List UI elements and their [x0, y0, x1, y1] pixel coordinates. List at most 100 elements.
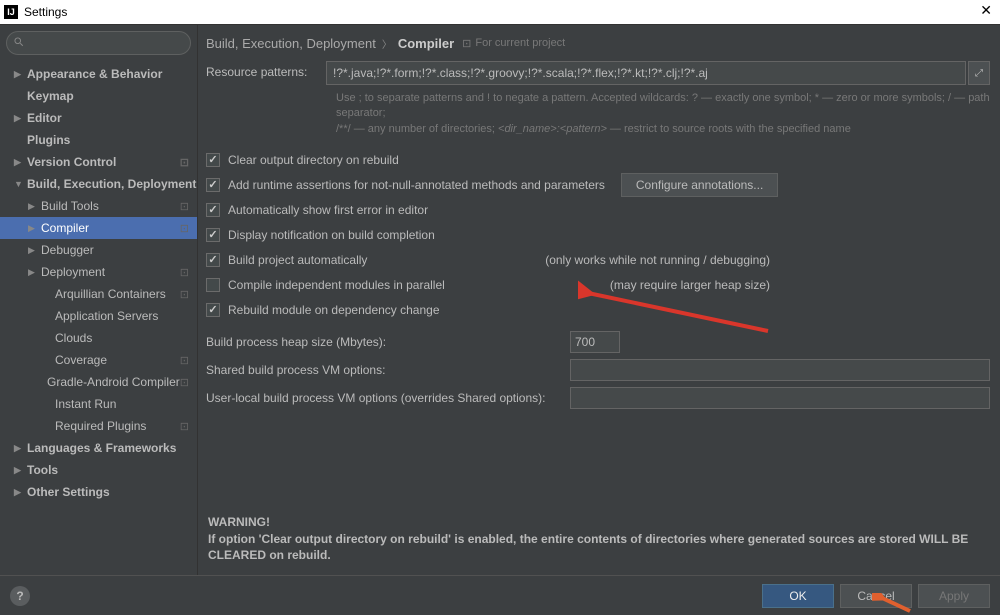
footer: ? OK Cancel Apply — [0, 575, 1000, 615]
check-row: Automatically show first error in editor — [206, 197, 990, 222]
project-scope-icon: ⊡ — [180, 420, 189, 433]
tree-item-label: Languages & Frameworks — [27, 441, 176, 455]
tree-item-label: Application Servers — [55, 309, 158, 323]
search-input[interactable] — [6, 31, 191, 55]
sidebar-item-deployment[interactable]: Deployment ⊡ — [0, 261, 197, 283]
window-title: Settings — [24, 5, 67, 19]
tree-item-label: Keymap — [27, 89, 74, 103]
checkbox-label[interactable]: Compile independent modules in parallel — [228, 278, 445, 292]
sidebar-item-appearance-behavior[interactable]: Appearance & Behavior — [0, 63, 197, 85]
sidebar-item-editor[interactable]: Editor — [0, 107, 197, 129]
check-row: Compile independent modules in parallel (… — [206, 272, 990, 297]
project-scope-icon: ⊡ — [180, 288, 189, 301]
checkbox-label[interactable]: Automatically show first error in editor — [228, 203, 428, 217]
sidebar-item-clouds[interactable]: Clouds — [0, 327, 197, 349]
warning-title: WARNING! — [208, 514, 990, 530]
checkbox[interactable] — [206, 228, 220, 242]
warning-block: WARNING! If option 'Clear output directo… — [198, 508, 1000, 575]
scope-badge: ⊡ For current project — [462, 37, 565, 50]
checkbox[interactable] — [206, 303, 220, 317]
tree-item-label: Build Tools — [41, 199, 99, 213]
check-row: Rebuild module on dependency change — [206, 297, 990, 322]
heap-size-input[interactable] — [570, 331, 620, 353]
checkbox-note: (may require larger heap size) — [610, 278, 990, 292]
check-row: Add runtime assertions for not-null-anno… — [206, 172, 990, 197]
tree-arrow-icon — [28, 223, 38, 234]
project-icon: ⊡ — [462, 37, 471, 50]
sidebar-item-compiler[interactable]: Compiler⊡ — [0, 217, 197, 239]
user-vm-input[interactable] — [570, 387, 990, 409]
shared-vm-label: Shared build process VM options: — [206, 363, 570, 377]
check-row: Build project automatically (only works w… — [206, 247, 990, 272]
apply-button[interactable]: Apply — [918, 584, 990, 608]
project-scope-icon: ⊡ — [180, 200, 189, 213]
sidebar-item-build-tools[interactable]: Build Tools ⊡ — [0, 195, 197, 217]
checkbox-label[interactable]: Add runtime assertions for not-null-anno… — [228, 178, 605, 192]
tree-item-label: Version Control — [27, 155, 116, 169]
tree-arrow-icon — [14, 113, 24, 124]
tree-arrow-icon — [28, 245, 38, 256]
heap-size-label: Build process heap size (Mbytes): — [206, 335, 570, 349]
sidebar-item-coverage[interactable]: Coverage⊡ — [0, 349, 197, 371]
sidebar-item-instant-run[interactable]: Instant Run — [0, 393, 197, 415]
sidebar-item-build-execution-deployment[interactable]: Build, Execution, Deployment — [0, 173, 197, 195]
tree-arrow-icon — [28, 267, 38, 278]
tree-item-label: Other Settings — [27, 485, 110, 499]
tree-item-label: Debugger — [41, 243, 94, 257]
main-panel: Build, Execution, Deployment 〉 Compiler … — [198, 25, 1000, 575]
check-row: Clear output directory on rebuild — [206, 147, 990, 172]
project-scope-icon: ⊡ — [180, 266, 189, 279]
user-vm-label: User-local build process VM options (ove… — [206, 391, 570, 405]
checkbox-label[interactable]: Build project automatically — [228, 253, 367, 267]
shared-vm-input[interactable] — [570, 359, 990, 381]
tree-item-label: Gradle-Android Compiler — [47, 375, 180, 389]
sidebar-item-other-settings[interactable]: Other Settings — [0, 481, 197, 503]
tree-item-label: Deployment — [41, 265, 105, 279]
sidebar-item-required-plugins[interactable]: Required Plugins ⊡ — [0, 415, 197, 437]
tree-item-label: Editor — [27, 111, 62, 125]
tree-item-label: Plugins — [27, 133, 70, 147]
checkbox[interactable] — [206, 203, 220, 217]
check-row: Display notification on build completion — [206, 222, 990, 247]
sidebar-item-tools[interactable]: Tools — [0, 459, 197, 481]
sidebar-item-version-control[interactable]: Version Control ⊡ — [0, 151, 197, 173]
breadcrumb-parent[interactable]: Build, Execution, Deployment — [206, 36, 376, 51]
ok-button[interactable]: OK — [762, 584, 834, 608]
configure-annotations-button[interactable]: Configure annotations... — [621, 173, 778, 197]
checkbox-label[interactable]: Clear output directory on rebuild — [228, 153, 399, 167]
project-scope-icon: ⊡ — [180, 156, 189, 169]
sidebar-item-arquillian-containers[interactable]: Arquillian Containers⊡ — [0, 283, 197, 305]
tree-arrow-icon — [14, 157, 24, 168]
breadcrumb: Build, Execution, Deployment 〉 Compiler … — [198, 25, 1000, 61]
tree-item-label: Clouds — [55, 331, 92, 345]
tree-item-label: Appearance & Behavior — [27, 67, 162, 81]
checkbox[interactable] — [206, 278, 220, 292]
checkbox[interactable] — [206, 253, 220, 267]
expand-field-button[interactable]: ⤢ — [968, 61, 990, 85]
sidebar-item-gradle-android-compiler[interactable]: Gradle-Android Compiler⊡ — [0, 371, 197, 393]
close-icon[interactable]: ✕ — [980, 2, 992, 19]
tree-item-label: Build, Execution, Deployment — [27, 177, 196, 191]
sidebar-item-application-servers[interactable]: Application Servers — [0, 305, 197, 327]
project-scope-icon: ⊡ — [180, 354, 189, 367]
checkbox-label[interactable]: Rebuild module on dependency change — [228, 303, 440, 317]
tree-item-label: Required Plugins — [55, 419, 146, 433]
resource-patterns-label: Resource patterns: — [206, 61, 326, 79]
sidebar-item-keymap[interactable]: Keymap — [0, 85, 197, 107]
sidebar-item-plugins[interactable]: Plugins — [0, 129, 197, 151]
checkbox-label[interactable]: Display notification on build completion — [228, 228, 435, 242]
tree-arrow-icon — [14, 443, 24, 454]
tree-item-label: Instant Run — [55, 397, 116, 411]
sidebar: Appearance & Behavior Keymap Editor Plugins… — [0, 25, 198, 575]
sidebar-item-debugger[interactable]: Debugger — [0, 239, 197, 261]
resource-patterns-input[interactable] — [326, 61, 966, 85]
tree-arrow-icon — [14, 465, 24, 476]
sidebar-item-languages-frameworks[interactable]: Languages & Frameworks — [0, 437, 197, 459]
checkbox-note: (only works while not running / debuggin… — [545, 253, 990, 267]
cancel-button[interactable]: Cancel — [840, 584, 912, 608]
project-scope-icon: ⊡ — [180, 376, 189, 389]
titlebar: IJ Settings ✕ — [0, 0, 1000, 24]
checkbox[interactable] — [206, 178, 220, 192]
checkbox[interactable] — [206, 153, 220, 167]
help-button[interactable]: ? — [10, 586, 30, 606]
